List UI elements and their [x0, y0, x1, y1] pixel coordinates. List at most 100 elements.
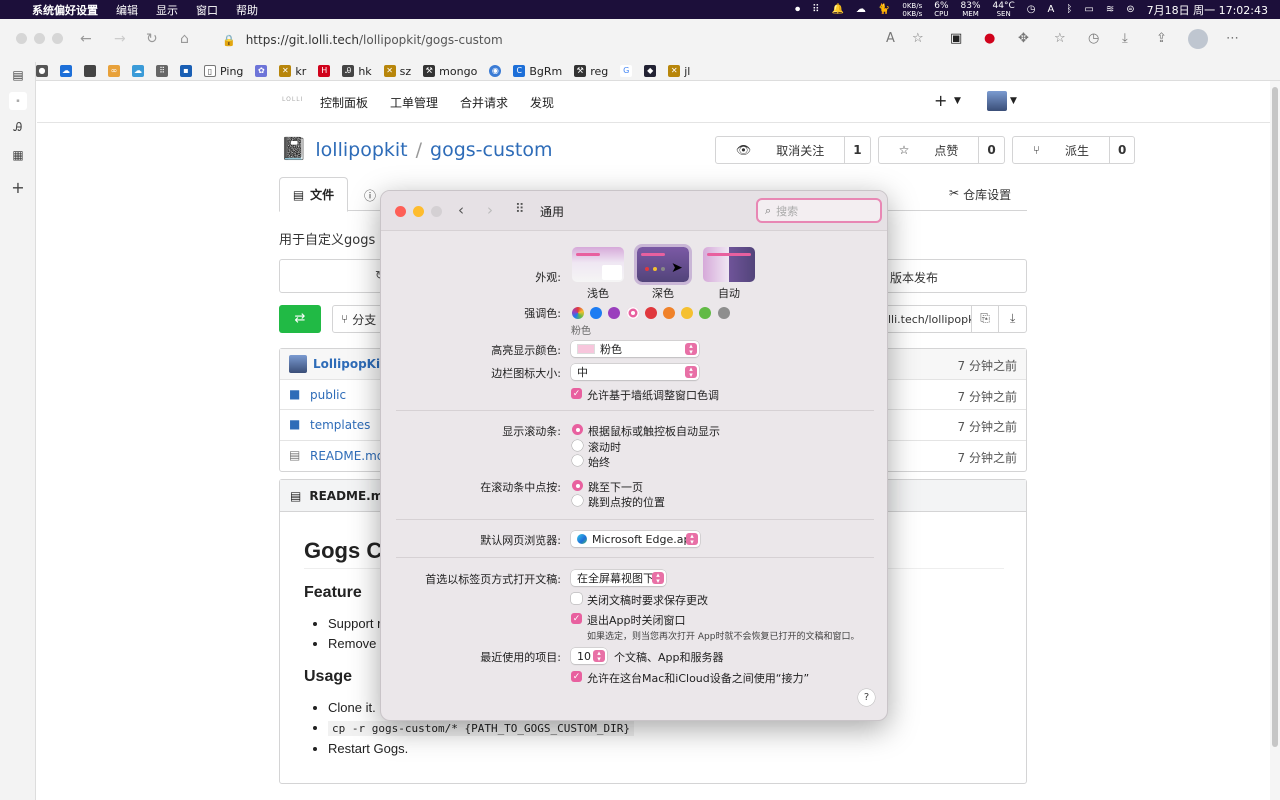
zoom-dot[interactable]: [52, 33, 63, 44]
bookmark-cloud-icon[interactable]: ☁: [132, 65, 144, 77]
address-bar[interactable]: 🔒 https://git.lolli.tech/lollipopkit/gog…: [210, 29, 940, 51]
bookmark-github-icon[interactable]: ●: [36, 65, 48, 77]
bookmark-apple-icon[interactable]: [84, 65, 96, 77]
menu-app-name[interactable]: 系统偏好设置: [32, 2, 98, 18]
help-button[interactable]: ?: [858, 689, 875, 706]
close-dot[interactable]: [16, 33, 27, 44]
menu-window[interactable]: 窗口: [196, 2, 218, 18]
favorites-icon[interactable]: ☆: [1054, 31, 1066, 46]
clone-url[interactable]: lli.tech/lollipopkit: [880, 313, 971, 326]
default-browser-select[interactable]: Microsoft Edge.app ▴ ▾: [571, 531, 700, 547]
bookmark-google-icon[interactable]: G: [620, 65, 633, 77]
bookmark-blue-icon[interactable]: ◉: [489, 65, 502, 77]
tab-files[interactable]: ▤ 文件: [279, 177, 348, 212]
read-aloud-icon[interactable]: A: [886, 31, 895, 46]
favorite-add-icon[interactable]: ☆: [912, 31, 924, 46]
bookmark-shield-icon[interactable]: ◆: [644, 65, 657, 77]
scrollbar-scrolling-radio[interactable]: [572, 440, 583, 451]
accent-color-swatch[interactable]: [626, 307, 639, 319]
bookmark-h-icon[interactable]: H: [318, 65, 331, 77]
bookmark-folder-icon[interactable]: ▪: [180, 65, 192, 77]
repo-owner-link[interactable]: lollipopkit: [315, 139, 407, 161]
back-icon[interactable]: ←: [80, 31, 92, 47]
file-name[interactable]: README.md: [310, 449, 384, 463]
close-windows-checkbox[interactable]: ✓: [571, 613, 582, 624]
tab-actions-icon[interactable]: ▤: [9, 68, 27, 86]
recent-items-select[interactable]: 10 ▴ ▾: [571, 648, 607, 664]
ask-keep-changes-checkbox[interactable]: [571, 593, 582, 604]
adblock-icon[interactable]: ●: [984, 31, 995, 46]
cloud-icon[interactable]: ☁: [856, 4, 866, 15]
bookmark-ping[interactable]: ▯ Ping: [204, 65, 243, 78]
prefs-minimize-button[interactable]: [413, 206, 424, 217]
extension-icon[interactable]: ▣: [950, 31, 962, 46]
minimize-dot[interactable]: [34, 33, 45, 44]
bookmark-mongo[interactable]: ⚒ mongo: [423, 65, 477, 78]
download-archive-icon[interactable]: ⤓: [998, 305, 1026, 333]
prefs-back-icon[interactable]: ‹: [458, 201, 464, 219]
menu-edit[interactable]: 编辑: [116, 2, 138, 18]
history-icon[interactable]: ◷: [1088, 31, 1099, 46]
scrollbar-auto-radio[interactable]: [572, 424, 583, 435]
bell-icon[interactable]: 🔔: [831, 4, 843, 15]
bookmark-apps-icon[interactable]: ⠿: [156, 65, 168, 77]
create-plus-icon[interactable]: +: [934, 91, 947, 110]
prefs-forward-icon[interactable]: ›: [487, 201, 493, 219]
new-tab-icon[interactable]: +: [9, 178, 27, 197]
bookmark-sz[interactable]: ✕ sz: [383, 65, 411, 78]
bookmark-kr[interactable]: ✕ kr: [279, 65, 306, 78]
input-method-icon[interactable]: A: [1048, 4, 1055, 15]
repo-name-link[interactable]: gogs-custom: [430, 139, 552, 161]
prefer-tabs-select[interactable]: 在全屏幕视图下 ▴ ▾: [571, 570, 666, 586]
appearance-auto-thumb[interactable]: [703, 247, 755, 282]
profile-avatar[interactable]: [1188, 29, 1208, 49]
bookmark-gear-icon[interactable]: ✿: [255, 65, 268, 77]
commit-author[interactable]: LollipopKit: [313, 357, 386, 371]
bookmark-hk[interactable]: Ꭿhk: [342, 65, 372, 78]
share-icon[interactable]: ⇪: [1156, 31, 1167, 46]
highlight-color-select[interactable]: 粉色 ▴ ▾: [571, 341, 699, 357]
jump-to-spot-radio[interactable]: [572, 495, 583, 506]
tab-lolli-icon[interactable]: ▪: [9, 92, 27, 110]
file-name[interactable]: public: [310, 388, 346, 402]
home-icon[interactable]: ⌂: [180, 31, 189, 47]
accent-color-swatch[interactable]: [663, 307, 675, 319]
watch-button[interactable]: 👁 取消关注 1: [715, 136, 871, 164]
wifi-icon[interactable]: ≋: [1106, 4, 1114, 15]
bookmark-reg[interactable]: ⚒ reg: [574, 65, 608, 78]
clock-icon[interactable]: ◷: [1027, 4, 1036, 15]
compare-button[interactable]: ⇄: [279, 305, 321, 333]
accent-color-swatch[interactable]: [590, 307, 603, 319]
nav-explore[interactable]: 发现: [530, 94, 554, 111]
bluetooth-icon[interactable]: ᛒ: [1066, 4, 1072, 15]
download-icon[interactable]: ⤓: [1122, 31, 1128, 46]
nav-dashboard[interactable]: 控制面板: [320, 94, 368, 111]
site-logo[interactable]: LOLLI: [282, 96, 303, 103]
bookmark-jl[interactable]: ✕ jl: [668, 65, 690, 78]
control-center-icon[interactable]: ⊜: [1126, 4, 1134, 15]
accent-color-swatch[interactable]: [608, 307, 621, 319]
nav-pulls[interactable]: 合并请求: [460, 94, 508, 111]
star-button[interactable]: ☆ 点赞 0: [877, 136, 1005, 164]
tab-hk-icon[interactable]: Ꭿ: [9, 120, 27, 138]
issues-icon[interactable]: ⓘ: [364, 187, 376, 204]
record-icon[interactable]: ⏺: [795, 4, 800, 15]
tab-repo-settings[interactable]: ✂ 仓库设置: [949, 186, 1011, 203]
cat-icon[interactable]: 🐈: [878, 4, 890, 15]
reload-icon[interactable]: ↻: [146, 31, 158, 47]
bookmark-onedrive-icon[interactable]: ☁: [60, 65, 72, 77]
jump-next-page-radio[interactable]: [572, 480, 583, 491]
file-name[interactable]: templates: [310, 418, 370, 432]
prefs-zoom-button[interactable]: [431, 206, 442, 217]
more-icon[interactable]: ⋯: [1226, 31, 1239, 46]
user-avatar[interactable]: [987, 91, 1007, 111]
forward-icon[interactable]: →: [114, 31, 126, 47]
prefs-close-button[interactable]: [395, 206, 406, 217]
prefs-search-input[interactable]: ⌕ 搜索: [756, 198, 882, 223]
menu-view[interactable]: 显示: [156, 2, 178, 18]
create-caret-icon[interactable]: ▼: [954, 96, 961, 106]
scrollbar-thumb[interactable]: [1272, 87, 1278, 747]
accent-color-swatch[interactable]: [681, 307, 694, 319]
page-scrollbar[interactable]: [1270, 81, 1280, 800]
appearance-light-thumb[interactable]: [572, 247, 624, 282]
